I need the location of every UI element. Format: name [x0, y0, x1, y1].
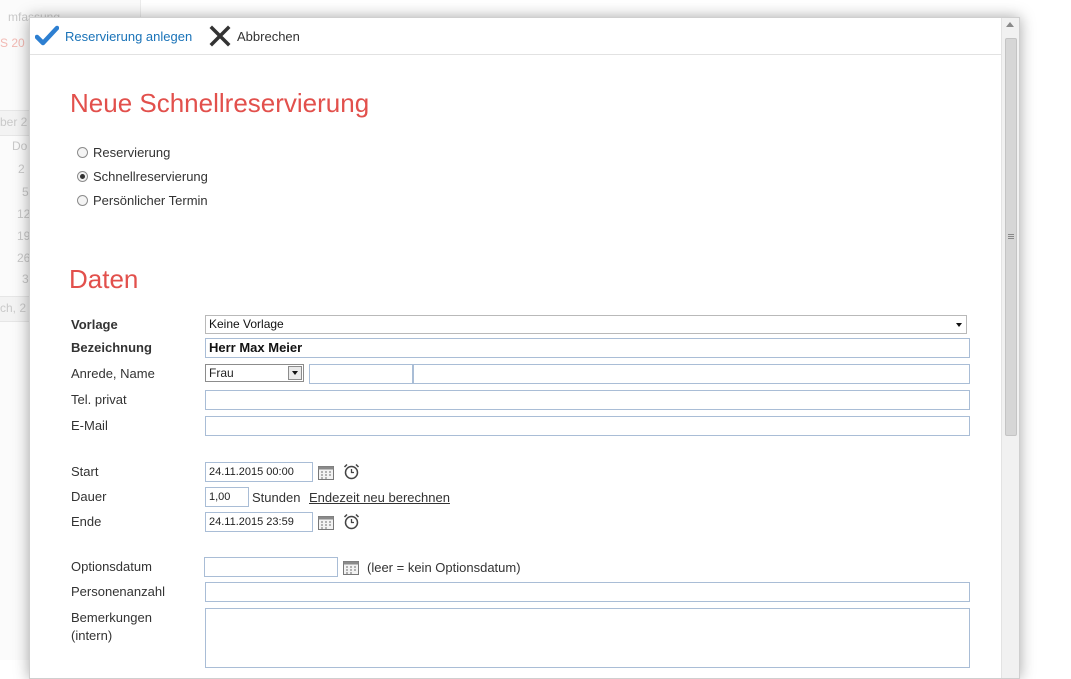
- radio-button[interactable]: [77, 147, 88, 158]
- page-title: Neue Schnellreservierung: [70, 88, 370, 118]
- salutation-select[interactable]: Frau: [205, 364, 304, 382]
- phone-label: Tel. privat: [71, 392, 127, 407]
- dropdown-arrow-icon: [956, 323, 962, 327]
- alarm-clock-icon[interactable]: [343, 463, 360, 480]
- option-date-input[interactable]: [204, 557, 338, 577]
- template-select[interactable]: Keine Vorlage: [205, 315, 967, 334]
- background-fragment: S 20: [0, 36, 25, 50]
- recalculate-end-link[interactable]: Endezeit neu berechnen: [309, 490, 450, 505]
- duration-input[interactable]: 1,00: [205, 487, 249, 507]
- option-date-label: Optionsdatum: [71, 559, 152, 574]
- start-label: Start: [71, 464, 99, 479]
- calendar-icon[interactable]: [318, 515, 334, 530]
- calendar-icon[interactable]: [318, 465, 334, 480]
- create-reservation-label: Reservierung anlegen: [65, 28, 193, 44]
- grip-icon: [1008, 234, 1014, 235]
- radio-reservierung[interactable]: Reservierung: [77, 145, 170, 160]
- email-input[interactable]: [205, 416, 970, 436]
- designation-input[interactable]: Herr Max Meier: [205, 338, 970, 358]
- persons-input[interactable]: [205, 582, 970, 602]
- radio-persoenlicher-termin[interactable]: Persönlicher Termin: [77, 193, 208, 208]
- radio-button[interactable]: [77, 195, 88, 206]
- radio-label: Reservierung: [93, 145, 171, 160]
- designation-label: Bezeichnung: [71, 340, 152, 355]
- background-fragment: Do: [12, 139, 28, 153]
- section-title: Daten: [69, 264, 139, 294]
- reservation-dialog: Reservierung anlegen Abbrechen Neue Schn…: [29, 17, 1020, 679]
- vertical-scrollbar[interactable]: [1001, 18, 1019, 678]
- radio-label: Schnellreservierung: [93, 169, 208, 184]
- remarks-label-intern: (intern): [71, 628, 113, 643]
- calendar-icon[interactable]: [343, 560, 359, 575]
- option-date-hint: (leer = kein Optionsdatum): [367, 560, 521, 575]
- scroll-thumb[interactable]: [1005, 38, 1017, 436]
- radio-button[interactable]: [77, 171, 88, 182]
- cancel-button[interactable]: Abbrechen: [209, 18, 300, 54]
- duration-unit: Stunden: [252, 490, 301, 505]
- dropdown-arrow-icon[interactable]: [288, 366, 302, 380]
- end-date-input[interactable]: 24.11.2015 23:59: [205, 512, 313, 532]
- salutation-label: Anrede, Name: [71, 366, 155, 381]
- salutation-value: Frau: [209, 366, 234, 380]
- remarks-textarea[interactable]: [205, 608, 970, 668]
- first-name-input[interactable]: [309, 364, 413, 384]
- create-reservation-button[interactable]: Reservierung anlegen: [35, 18, 192, 54]
- radio-label: Persönlicher Termin: [93, 193, 208, 208]
- background-fragment: 2: [18, 162, 25, 176]
- phone-input[interactable]: [205, 390, 970, 410]
- cancel-label: Abbrechen: [237, 28, 300, 44]
- dialog-toolbar: Reservierung anlegen Abbrechen: [30, 18, 1002, 55]
- template-value: Keine Vorlage: [209, 317, 284, 331]
- checkmark-icon: [35, 25, 59, 46]
- end-label: Ende: [71, 514, 102, 529]
- remarks-label: Bemerkungen: [71, 610, 152, 625]
- start-date-input[interactable]: 24.11.2015 00:00: [205, 462, 313, 482]
- duration-label: Dauer: [71, 489, 107, 504]
- background-fragment: ch, 2: [0, 301, 27, 315]
- alarm-clock-icon[interactable]: [343, 513, 360, 530]
- email-label: E-Mail: [71, 418, 108, 433]
- radio-schnellreservierung[interactable]: Schnellreservierung: [77, 169, 208, 184]
- scroll-up-arrow-icon[interactable]: [1006, 22, 1014, 27]
- background-fragment: 3: [22, 272, 29, 286]
- last-name-input[interactable]: [413, 364, 970, 384]
- background-fragment: ber 2: [0, 115, 28, 129]
- close-icon: [209, 25, 231, 47]
- persons-label: Personenanzahl: [71, 584, 165, 599]
- template-label: Vorlage: [71, 317, 118, 332]
- background-fragment: 5: [22, 185, 29, 199]
